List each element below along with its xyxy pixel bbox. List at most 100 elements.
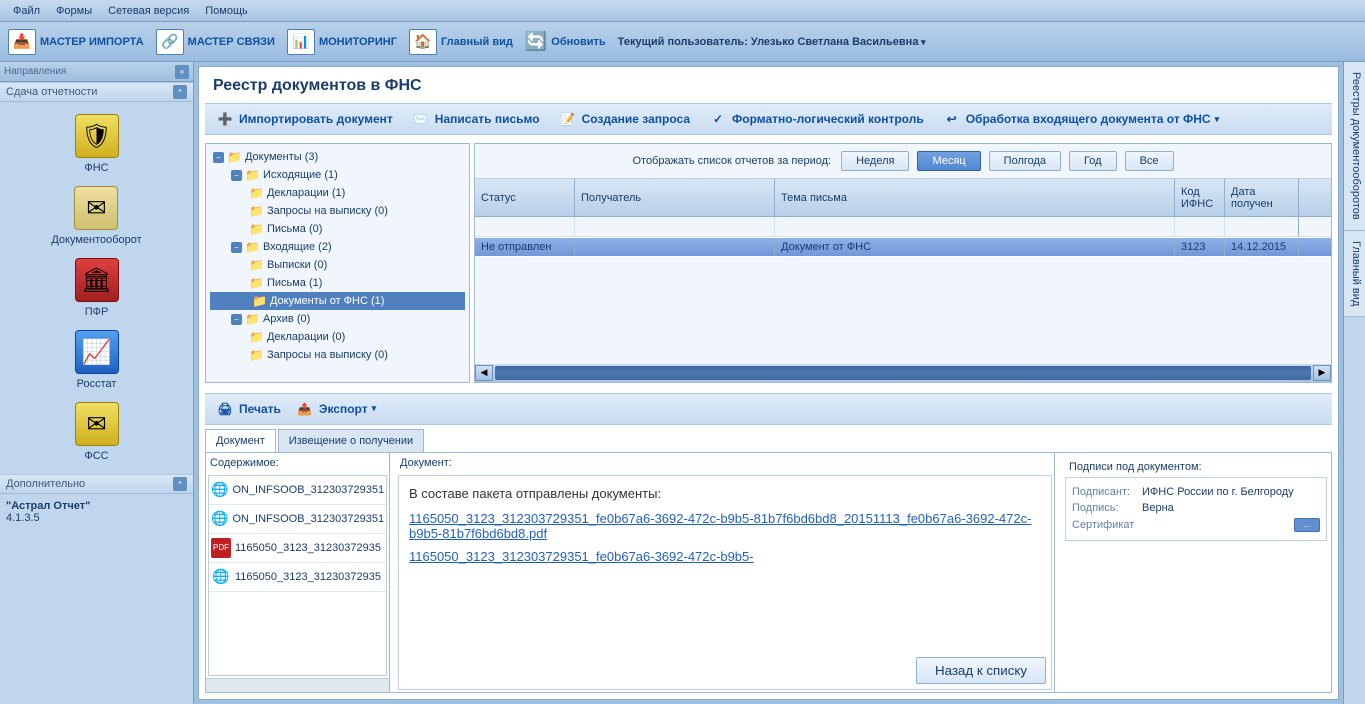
pdf-icon: PDF [211,538,231,558]
filter-Месяц[interactable]: Месяц [917,151,980,171]
nav-fns[interactable]: 🛡ФНС [75,114,119,174]
file-item[interactable]: 🌐ON_INFSOOB_312303729351 [209,476,386,505]
tree-node[interactable]: −📁Документы (3) [210,148,465,166]
folder-icon: 📁 [227,150,242,164]
doc-link-1[interactable]: 1165050_3123_312303729351_fe0b67a6-3692-… [409,511,1041,541]
refresh-icon: 🔄 [525,31,547,52]
tree-node[interactable]: 📁Декларации (0) [210,328,465,346]
tree-node[interactable]: −📁Исходящие (1) [210,166,465,184]
section-reporting[interactable]: Сдача отчетности ^ [0,82,193,102]
cell-subject: Документ от ФНС [775,238,1175,256]
tree-node[interactable]: 📁Запросы на выписку (0) [210,346,465,364]
print-icon: 🖨 [215,400,235,418]
col-header[interactable]: Тема письма [775,179,1175,216]
grid-row-selected[interactable]: Не отправлен Документ от ФНС 3123 14.12.… [475,237,1331,257]
rosstat-icon: 📈 [75,330,119,374]
web-icon: 🌐 [211,567,231,587]
toolbar-link-master[interactable]: 🔗МАСТЕР СВЯЗИ [156,29,275,55]
plus-icon: ➕ [215,110,235,128]
horizontal-scrollbar[interactable]: ◀ ▶ [475,364,1331,382]
filter-Все[interactable]: Все [1125,151,1174,171]
expand-icon[interactable]: − [213,152,224,163]
toolbar-main-view[interactable]: 🏠Главный вид [409,29,513,55]
tab-document[interactable]: Документ [205,429,276,452]
nav-docflow[interactable]: ✉Документооборот [51,186,141,246]
back-to-list-button[interactable]: Назад к списку [916,657,1046,684]
web-icon: 🌐 [211,480,228,500]
tree-node[interactable]: 📁Выписки (0) [210,256,465,274]
file-item[interactable]: 🌐ON_INFSOOB_312303729351 [209,505,386,534]
menu-help[interactable]: Помощь [197,2,256,20]
toolbar-import-master[interactable]: 📥МАСТЕР ИМПОРТА [8,29,144,55]
toolbar-refresh[interactable]: 🔄Обновить [525,31,606,52]
toolbar-monitoring[interactable]: 📊МОНИТОРИНГ [287,29,397,55]
nav-fss[interactable]: ✉ФСС [75,402,119,462]
tab-receipt-notice[interactable]: Извещение о получении [278,429,424,452]
grid-body: Не отправлен Документ от ФНС 3123 14.12.… [475,217,1331,364]
signature-value: Верна [1142,502,1174,514]
col-header[interactable]: Получатель [575,179,775,216]
process-icon: ↩ [942,110,962,128]
col-header[interactable]: Дата получен [1225,179,1299,216]
section-additional[interactable]: Дополнительно ^ [0,474,193,494]
nav-rosstat[interactable]: 📈Росстат [75,330,119,390]
btn-format-check[interactable]: ✓Форматно-логический контроль [708,110,924,128]
btn-write-letter[interactable]: ✉️Написать письмо [411,110,540,128]
folder-icon: 📁 [249,330,264,344]
nav-pfr[interactable]: 🏛ПФР [75,258,119,318]
tree-node[interactable]: 📁Документы от ФНС (1) [210,292,465,310]
fss-icon: ✉ [75,402,119,446]
file-item[interactable]: 🌐1165050_3123_31230372935 [209,563,386,592]
btn-print[interactable]: 🖨Печать [215,400,281,418]
doc-link-2[interactable]: 1165050_3123_312303729351_fe0b67a6-3692-… [409,549,1041,564]
center-panel: Реестр документов в ФНС ➕Импортировать д… [198,66,1339,700]
btn-import-doc[interactable]: ➕Импортировать документ [215,110,393,128]
menu-bar: Файл Формы Сетевая версия Помощь [0,0,1365,22]
detail-tabs: Документ Извещение о получении [205,429,1332,452]
filter-Год[interactable]: Год [1069,151,1117,171]
tree-node[interactable]: −📁Входящие (2) [210,238,465,256]
tree-node[interactable]: 📁Запросы на выписку (0) [210,202,465,220]
grid-header: СтатусПолучательТема письмаКод ИФНСДата … [475,179,1331,217]
chevron-up-icon: ^ [173,85,187,99]
col-header[interactable]: Статус [475,179,575,216]
filter-Неделя[interactable]: Неделя [841,151,909,171]
expand-icon[interactable]: − [231,314,242,325]
scroll-left-icon[interactable]: ◀ [475,365,493,381]
export-icon: 📤 [295,400,315,418]
tree-node[interactable]: −📁Архив (0) [210,310,465,328]
col-header[interactable]: Код ИФНС [1175,179,1225,216]
tree-node[interactable]: 📁Письма (1) [210,274,465,292]
link-icon: 🔗 [156,29,184,55]
expand-icon[interactable]: − [231,170,242,181]
tree-node[interactable]: 📁Письма (0) [210,220,465,238]
filter-Полгода[interactable]: Полгода [989,151,1061,171]
btn-export[interactable]: 📤Экспорт [295,400,376,418]
fns-icon: 🛡 [75,114,119,158]
cell-date: 14.12.2015 [1225,238,1299,256]
filter-label: Отображать список отчетов за период: [632,155,831,167]
btn-create-request[interactable]: 📝Создание запроса [558,110,690,128]
btn-process-incoming[interactable]: ↩Обработка входящего документа от ФНС [942,110,1219,128]
vtab-main-view[interactable]: Главный вид [1344,231,1365,317]
folder-icon: 📁 [249,204,264,218]
file-item[interactable]: PDF1165050_3123_31230372935 [209,534,386,563]
folder-icon: 📁 [252,294,267,308]
tree-node[interactable]: 📁Декларации (1) [210,184,465,202]
detail-body: Содержимое: 🌐ON_INFSOOB_312303729351🌐ON_… [205,452,1332,694]
request-icon: 📝 [558,110,578,128]
menu-file[interactable]: Файл [5,2,48,20]
certificate-button[interactable]: ... [1294,518,1320,532]
menu-forms[interactable]: Формы [48,2,100,20]
current-user[interactable]: Текущий пользователь: Улезько Светлана В… [618,36,926,48]
vtab-registries[interactable]: Реестры документооборотов [1344,62,1365,231]
menu-network[interactable]: Сетевая версия [100,2,197,20]
signatures-label: Подписи под документом: [1065,457,1327,477]
panel-header-directions: Направления « [0,62,193,82]
expand-icon[interactable]: − [231,242,242,253]
product-name: "Астрал Отчет" [6,500,187,512]
panel-collapse-icon[interactable]: « [175,65,189,79]
folder-icon: 📁 [245,240,260,254]
filter-row: Отображать список отчетов за период: Нед… [475,144,1331,179]
scroll-right-icon[interactable]: ▶ [1313,365,1331,381]
